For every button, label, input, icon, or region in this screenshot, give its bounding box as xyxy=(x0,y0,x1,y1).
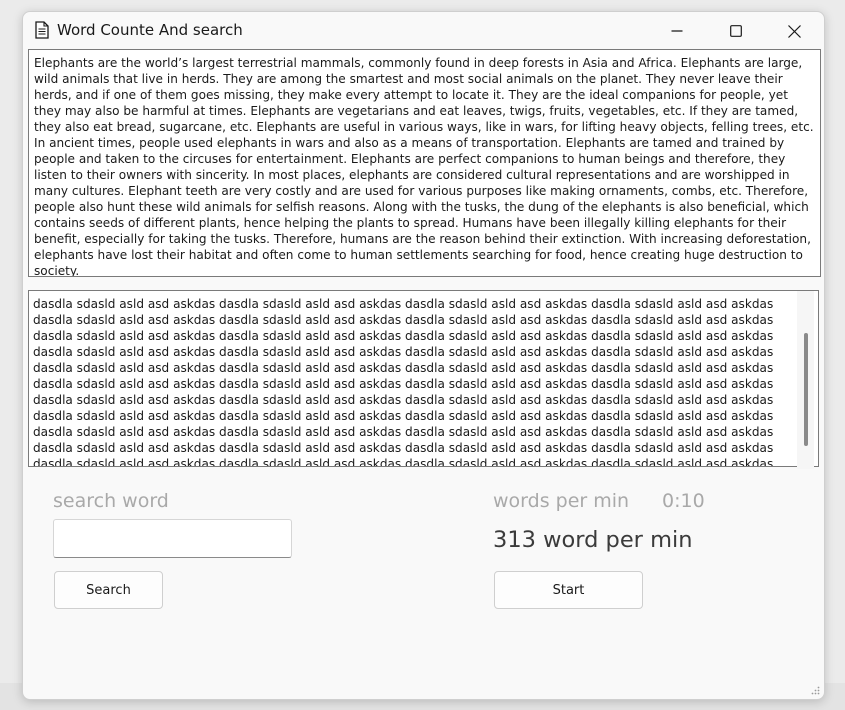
typing-text-area[interactable]: dasdla sdasld asld asd askdas dasdla sda… xyxy=(28,290,819,467)
words-per-min-label: words per min xyxy=(493,490,630,512)
search-button[interactable]: Search xyxy=(54,571,163,609)
search-input[interactable] xyxy=(53,519,292,558)
maximize-button[interactable] xyxy=(707,12,765,50)
scrollbar-thumb[interactable] xyxy=(804,333,808,446)
wpm-result: 313 word per min xyxy=(493,527,693,553)
window-title: Word Counte And search xyxy=(57,21,243,39)
resize-grip-icon[interactable] xyxy=(810,685,820,695)
timer-display: 0:10 xyxy=(662,490,705,512)
search-word-label: search word xyxy=(53,490,169,512)
close-button[interactable] xyxy=(765,12,823,50)
app-window: Word Counte And search Elephants are the… xyxy=(22,11,825,700)
minimize-icon xyxy=(671,30,683,32)
maximize-icon xyxy=(730,25,742,37)
close-icon xyxy=(787,24,801,38)
article-text-area[interactable]: Elephants are the world’s largest terres… xyxy=(28,49,821,277)
title-bar[interactable]: Word Counte And search xyxy=(23,12,824,50)
minimize-button[interactable] xyxy=(648,12,706,50)
document-icon xyxy=(35,21,49,39)
start-button[interactable]: Start xyxy=(494,571,643,609)
typing-scrollbar[interactable] xyxy=(797,291,814,469)
